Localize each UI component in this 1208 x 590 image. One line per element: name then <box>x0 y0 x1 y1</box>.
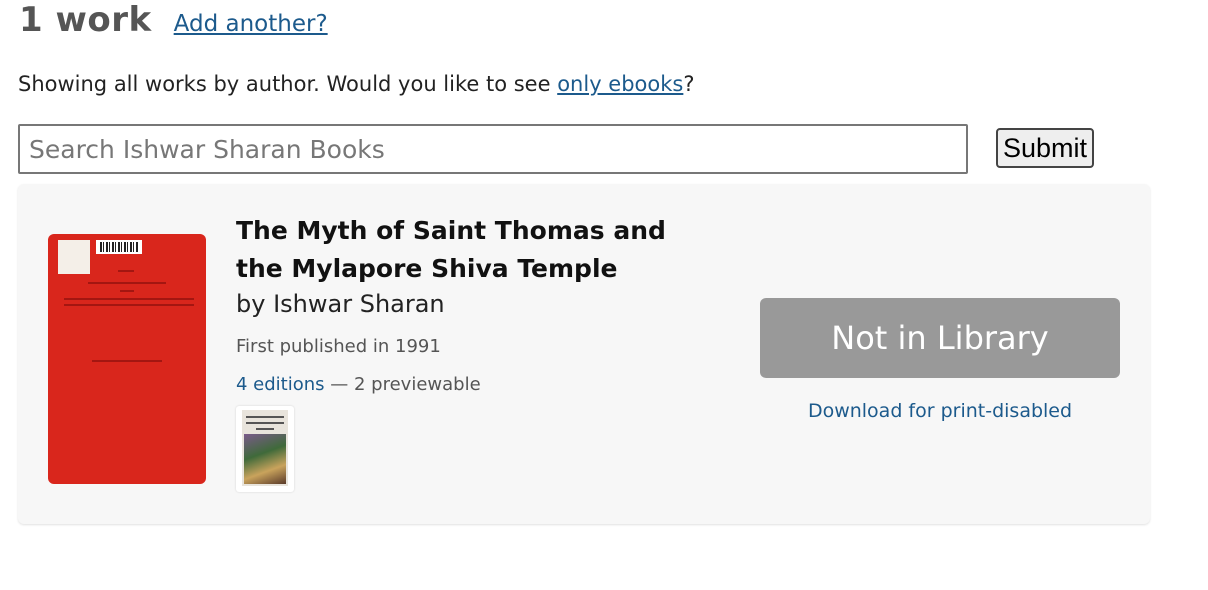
notice-suffix: ? <box>683 72 695 96</box>
add-another-link[interactable]: Add another? <box>174 11 328 37</box>
search-results-page: 1 work Add another? Showing all works by… <box>0 0 1208 590</box>
cover-barcode <box>100 242 138 252</box>
thumbnail-title-line <box>246 422 284 424</box>
notice-text: Showing all works by author. Would you l… <box>18 72 558 96</box>
cover-text-line <box>92 360 162 362</box>
cover-text-line <box>64 298 194 300</box>
editions-link[interactable]: 4 editions <box>236 374 325 395</box>
search-result-item: The Myth of Saint Thomas and the Mylapor… <box>18 184 1150 524</box>
work-count: 1 work <box>19 0 152 40</box>
search-input[interactable] <box>18 124 968 174</box>
thumbnail-title-line <box>256 428 274 430</box>
cover-text-line <box>64 304 194 306</box>
byline: by Ishwar Sharan <box>236 290 445 318</box>
author-link[interactable]: Ishwar Sharan <box>273 290 445 318</box>
results-header: 1 work Add another? <box>19 0 328 48</box>
ebooks-filter-notice: Showing all works by author. Would you l… <box>18 72 695 96</box>
book-cover-image[interactable] <box>48 234 206 484</box>
not-in-library-button[interactable]: Not in Library <box>760 298 1120 378</box>
cover-library-stamp <box>58 240 90 274</box>
download-print-disabled-link[interactable]: Download for print-disabled <box>760 400 1120 422</box>
cover-text-line <box>88 282 166 284</box>
book-title-link[interactable]: The Myth of Saint Thomas and the Mylapor… <box>236 212 716 288</box>
only-ebooks-link[interactable]: only ebooks <box>557 72 683 96</box>
thumbnail-title-line <box>246 416 284 418</box>
first-published: First published in 1991 <box>236 336 441 357</box>
by-prefix: by <box>236 290 274 318</box>
editions-info: 4 editions — 2 previewable <box>236 374 481 395</box>
edition-cover-thumbnail[interactable] <box>236 406 294 492</box>
thumbnail-artwork <box>244 434 286 484</box>
previewable-count: — 2 previewable <box>324 374 481 395</box>
cover-text-line <box>118 270 134 272</box>
submit-button[interactable]: Submit <box>996 128 1094 168</box>
cover-text-line <box>120 290 134 292</box>
